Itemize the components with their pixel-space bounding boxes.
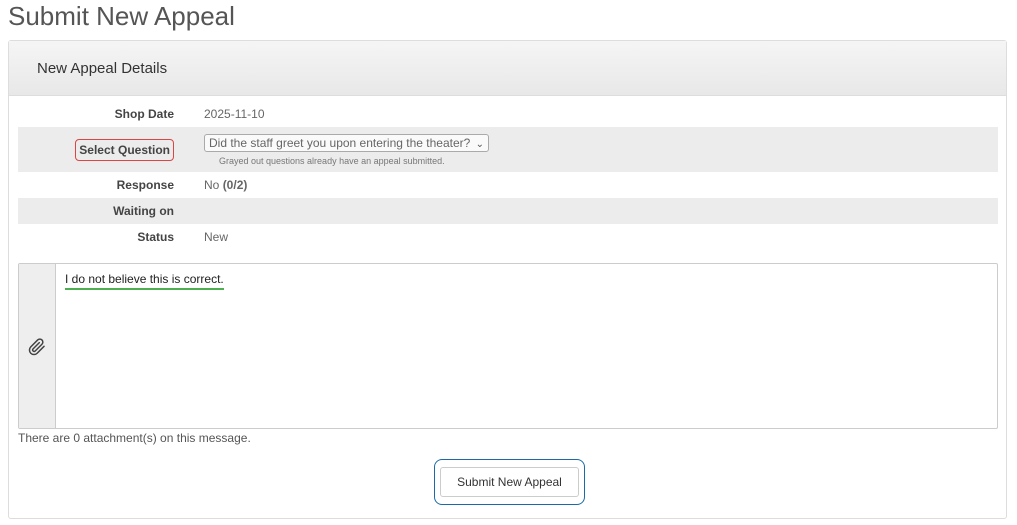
question-select[interactable]: Did the staff greet you upon entering th… — [204, 133, 490, 152]
status-value: New — [204, 230, 229, 244]
question-label-cell: Select Question — [18, 127, 189, 172]
panel-heading: New Appeal Details — [9, 41, 1006, 96]
status-row: Status New — [18, 224, 998, 250]
waiting-on-row: Waiting on — [18, 198, 998, 224]
appeal-details-table: Shop Date 2025-11-10 Select Question Did… — [18, 101, 998, 250]
waiting-on-value — [189, 198, 998, 224]
message-text[interactable]: I do not believe this is correct. — [65, 272, 224, 290]
question-select-value: Did the staff greet you upon entering th… — [209, 135, 471, 150]
attachment-count-note: There are 0 attachment(s) on this messag… — [18, 431, 251, 445]
response-value-cell: No (0/2) — [189, 172, 998, 198]
attachment-column — [19, 264, 56, 428]
response-value: No — [204, 178, 220, 192]
paperclip-icon[interactable] — [28, 338, 46, 356]
message-editor[interactable]: I do not believe this is correct. — [18, 263, 998, 429]
page-title: Submit New Appeal — [8, 1, 235, 31]
question-value-cell: Did the staff greet you upon entering th… — [189, 127, 998, 172]
shop-date-label: Shop Date — [114, 107, 174, 121]
shop-date-value: 2025-11-10 — [204, 107, 265, 121]
submit-new-appeal-button[interactable]: Submit New Appeal — [440, 467, 579, 497]
shop-date-row: Shop Date 2025-11-10 — [18, 101, 998, 127]
select-question-label: Select Question — [75, 138, 174, 161]
response-row: Response No (0/2) — [18, 172, 998, 198]
submit-button-focus-ring: Submit New Appeal — [434, 459, 585, 505]
response-score: (0/2) — [222, 178, 248, 192]
chevron-down-icon: ⌄ — [475, 138, 485, 150]
waiting-on-label: Waiting on — [113, 204, 174, 218]
question-row: Select Question Did the staff greet you … — [18, 127, 998, 172]
question-help-text: Grayed out questions already have an app… — [219, 155, 445, 166]
response-label: Response — [116, 178, 174, 192]
appeal-panel: New Appeal Details Shop Date 2025-11-10 … — [8, 40, 1007, 519]
status-label: Status — [137, 230, 174, 244]
